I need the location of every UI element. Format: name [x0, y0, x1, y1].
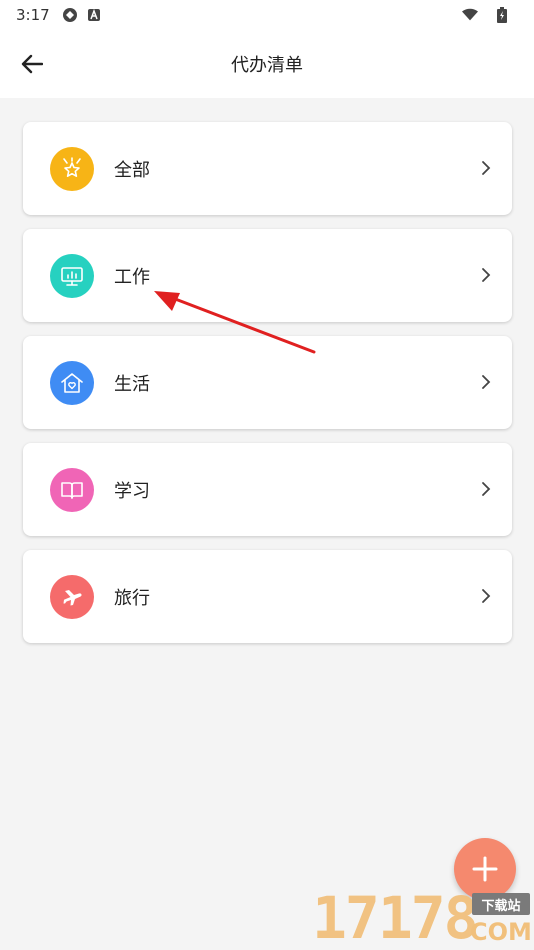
book-icon: [61, 481, 83, 499]
airplane-icon: [63, 589, 82, 605]
category-label: 全部: [114, 159, 150, 181]
chevron-right-icon: [482, 161, 491, 175]
chevron-right-icon: [482, 482, 491, 496]
status-time: 3:17: [16, 6, 50, 24]
chevron-right-icon: [482, 589, 491, 603]
house-heart-icon: [61, 372, 83, 393]
category-icon-circle: [50, 467, 94, 512]
wifi-icon: [462, 7, 478, 23]
category-item-study[interactable]: 学习: [23, 443, 512, 536]
monitor-chart-icon: [61, 266, 83, 286]
arrow-left-icon: [21, 54, 43, 74]
sync-icon: [62, 7, 78, 23]
page-title: 代办清单: [231, 55, 303, 76]
plus-icon: [472, 856, 498, 882]
accessibility-icon: [86, 7, 102, 23]
category-item-travel[interactable]: 旅行: [23, 550, 512, 643]
watermark-badge: 下载站: [472, 893, 530, 915]
status-bar: 3:17: [0, 0, 534, 30]
battery-icon: [494, 7, 510, 23]
category-icon-circle: [50, 360, 94, 405]
watermark-domain: COM: [470, 918, 532, 946]
category-list: 全部 工作 生活 学习 旅行: [23, 122, 512, 657]
watermark-number: 17178: [312, 884, 479, 950]
annotation-arrow: [154, 291, 316, 354]
category-label: 旅行: [114, 587, 150, 609]
star-badge-icon: [63, 156, 81, 177]
category-label: 工作: [114, 266, 150, 288]
chevron-right-icon: [482, 268, 491, 282]
category-item-all[interactable]: 全部: [23, 122, 512, 215]
chevron-right-icon: [482, 375, 491, 389]
category-label: 学习: [114, 480, 150, 502]
category-label: 生活: [114, 373, 150, 395]
app-bar: 代办清单: [0, 30, 534, 98]
back-button[interactable]: [16, 48, 48, 80]
category-icon-circle: [50, 146, 94, 191]
category-icon-circle: [50, 253, 94, 298]
category-icon-circle: [50, 574, 94, 619]
